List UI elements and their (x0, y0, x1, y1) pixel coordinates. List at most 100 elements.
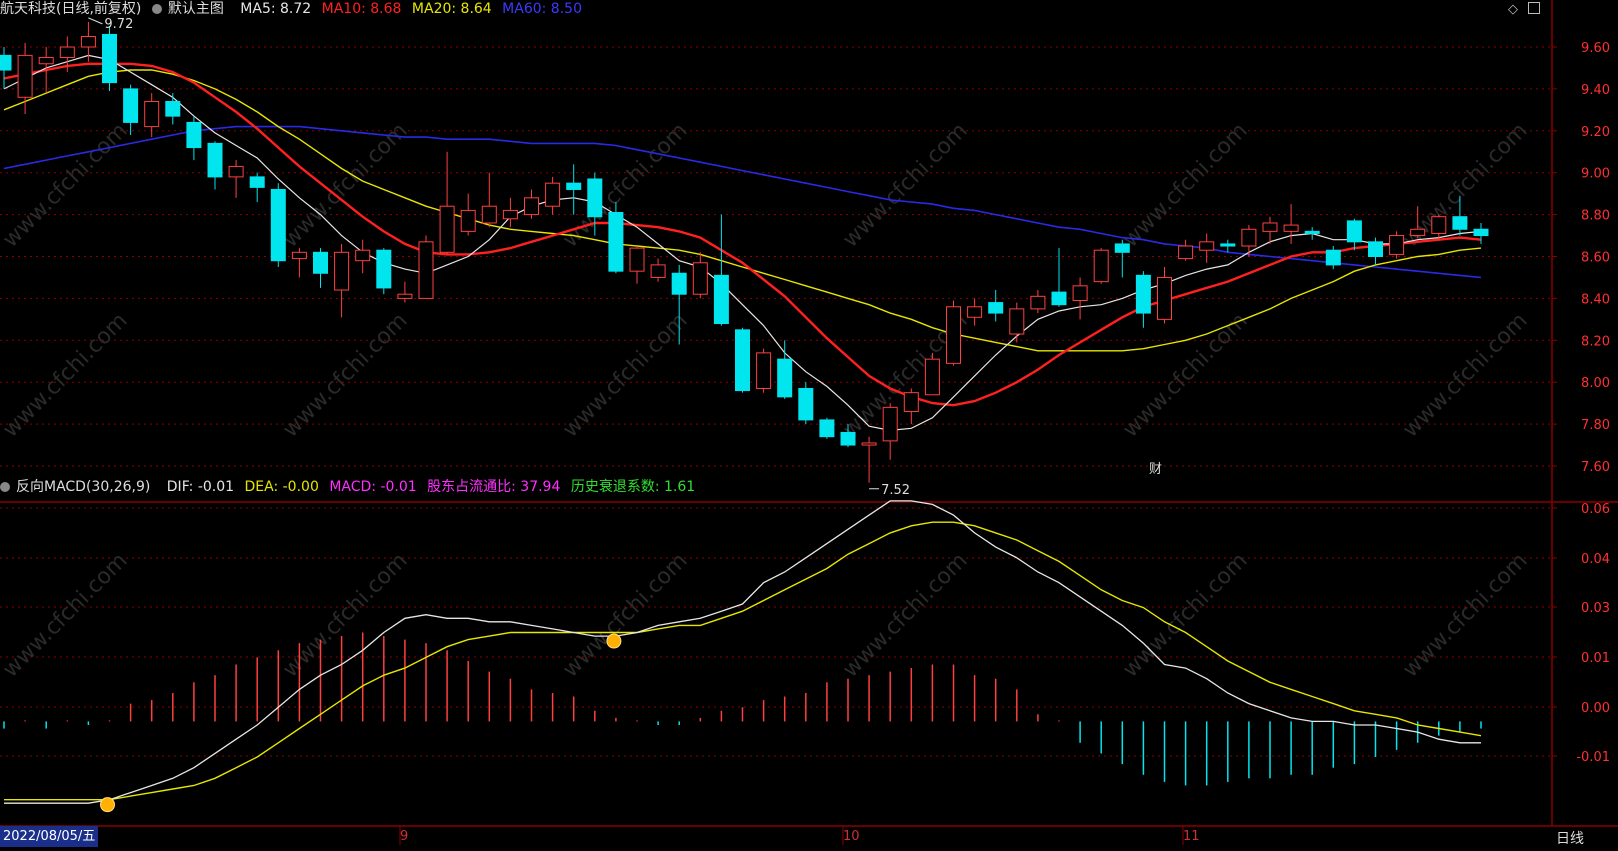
candle-body-up[interactable] (1030, 295, 1046, 310)
chart-mode: (日线,前复权) (56, 1, 142, 17)
candle-body-up[interactable] (291, 251, 307, 260)
candle-body-up[interactable] (861, 442, 877, 446)
candle-body-up[interactable] (355, 249, 371, 262)
price-tick-label: 8.60 (1581, 251, 1610, 266)
macd-label: MACD: -0.01 (329, 479, 417, 495)
price-tick-label: 8.40 (1581, 292, 1610, 307)
candle-body-up[interactable] (882, 406, 898, 442)
candle-body-up[interactable] (1178, 245, 1194, 260)
candle-body-down[interactable] (186, 121, 202, 149)
candle-body-up[interactable] (1241, 228, 1257, 247)
diamond-icon[interactable]: ◇ (1508, 2, 1518, 17)
candle-body-up[interactable] (397, 293, 413, 299)
candle-body-down[interactable] (1325, 249, 1341, 266)
candle-body-up[interactable] (1431, 216, 1447, 234)
candle-body-down[interactable] (988, 302, 1004, 314)
candle-body-up[interactable] (17, 54, 33, 98)
month-tick-10: 10 (843, 829, 860, 844)
indicator-tick-label: 0.06 (1581, 502, 1610, 517)
candle-body-down[interactable] (1051, 291, 1067, 306)
candle-body-up[interactable] (418, 241, 434, 299)
cross-signal-marker (100, 797, 115, 813)
candle-body-down[interactable] (713, 274, 729, 325)
candle-body-down[interactable] (1368, 241, 1383, 258)
candle-body-up[interactable] (629, 247, 645, 272)
candle-body-up[interactable] (481, 205, 497, 224)
template-selector[interactable]: 默认主图 (151, 1, 230, 17)
candle-body-down[interactable] (671, 272, 687, 295)
dea-label: DEA: -0.00 (244, 479, 319, 495)
candle-body-up[interactable] (1199, 241, 1215, 251)
candle-body-down[interactable] (376, 249, 392, 289)
candle-body-down[interactable] (270, 188, 286, 262)
indicator-tick-label: -0.01 (1576, 750, 1610, 765)
candle-body-up[interactable] (1262, 222, 1278, 232)
indicator-tick-label: 0.03 (1581, 601, 1610, 616)
indicator-tick-label: 0.01 (1581, 651, 1610, 666)
candle-body-up[interactable] (692, 262, 708, 295)
candle-body-down[interactable] (608, 212, 624, 272)
candle-body-up[interactable] (1009, 308, 1025, 335)
cross-signal-marker (606, 633, 622, 649)
candle-body-down[interactable] (1135, 274, 1151, 314)
candle-body-up[interactable] (1157, 276, 1172, 320)
candle-body-up[interactable] (1389, 235, 1405, 255)
candle-body-down[interactable] (207, 142, 223, 178)
panel-toggle-icon[interactable] (1528, 2, 1541, 14)
candle-body-up[interactable] (38, 56, 54, 65)
ma60-label: MA60: 8.50 (502, 1, 582, 17)
stock-name[interactable]: 航天科技 (0, 1, 56, 17)
candle-body-down[interactable] (0, 54, 12, 71)
price-tick-label: 9.20 (1581, 125, 1610, 140)
candle-body-up[interactable] (59, 46, 75, 58)
candle-body-up[interactable] (1410, 228, 1426, 237)
ma5-label: MA5: 8.72 (240, 1, 312, 17)
candle-body-down[interactable] (1220, 243, 1236, 247)
candle-body-down[interactable] (102, 33, 117, 84)
candle-body-up[interactable] (80, 36, 96, 48)
candle-body-down[interactable] (123, 88, 139, 123)
indicator-title-bar: 反向MACD(30,26,9) DIF: -0.01 DEA: -0.00 MA… (0, 478, 701, 498)
candle-body-up[interactable] (460, 209, 476, 232)
candle-body-down[interactable] (566, 182, 582, 190)
candle-body-up[interactable] (967, 306, 983, 318)
month-tick-9: 9 (400, 829, 409, 844)
candle-body-down[interactable] (840, 431, 856, 446)
candle-body-up[interactable] (545, 182, 561, 207)
financial-report-marker[interactable]: 财 (1149, 458, 1162, 477)
candle-body-up[interactable] (946, 306, 961, 364)
candle-body-up[interactable] (1072, 285, 1088, 301)
indicator-name: 反向MACD(30,26,9) (16, 479, 151, 495)
indicator-selector[interactable]: 反向MACD(30,26,9) (0, 479, 156, 495)
candle-body-up[interactable] (1283, 224, 1299, 232)
candle-body-down[interactable] (798, 387, 814, 421)
candle-body-up[interactable] (144, 100, 160, 128)
candle-body-down[interactable] (587, 178, 603, 218)
candle-body-up[interactable] (756, 352, 772, 389)
candle-body-down[interactable] (735, 329, 750, 392)
candle-body-down[interactable] (249, 176, 265, 188)
candle-body-down[interactable] (1346, 220, 1362, 243)
candle-body-down[interactable] (313, 251, 328, 274)
candle-body-down[interactable] (165, 100, 181, 117)
candle-body-down[interactable] (1304, 230, 1320, 234)
candle-body-up[interactable] (1093, 249, 1109, 283)
candle-body-up[interactable] (650, 264, 666, 278)
low-label: 7.52 (881, 483, 910, 498)
candle-body-up[interactable] (228, 165, 244, 178)
candle-body-down[interactable] (777, 358, 793, 398)
candle-body-up[interactable] (334, 251, 350, 291)
candle-body-up[interactable] (924, 358, 940, 396)
candle-body-up[interactable] (524, 197, 539, 216)
candle-body-down[interactable] (1114, 243, 1130, 253)
candle-body-down[interactable] (819, 419, 835, 438)
candle-body-up[interactable] (439, 205, 455, 253)
candle-body-up[interactable] (903, 392, 919, 413)
candle-body-up[interactable] (502, 209, 518, 220)
stock-chart[interactable]: www.cfchi.com www.cfchi.com www.cfchi.com w… (0, 0, 1618, 851)
ma10-label: MA10: 8.68 (321, 1, 402, 17)
period-button[interactable]: 日线 (1556, 828, 1584, 848)
candle-body-down[interactable] (1473, 228, 1489, 237)
price-tick-label: 7.80 (1581, 418, 1610, 433)
candle-body-down[interactable] (1452, 216, 1468, 230)
